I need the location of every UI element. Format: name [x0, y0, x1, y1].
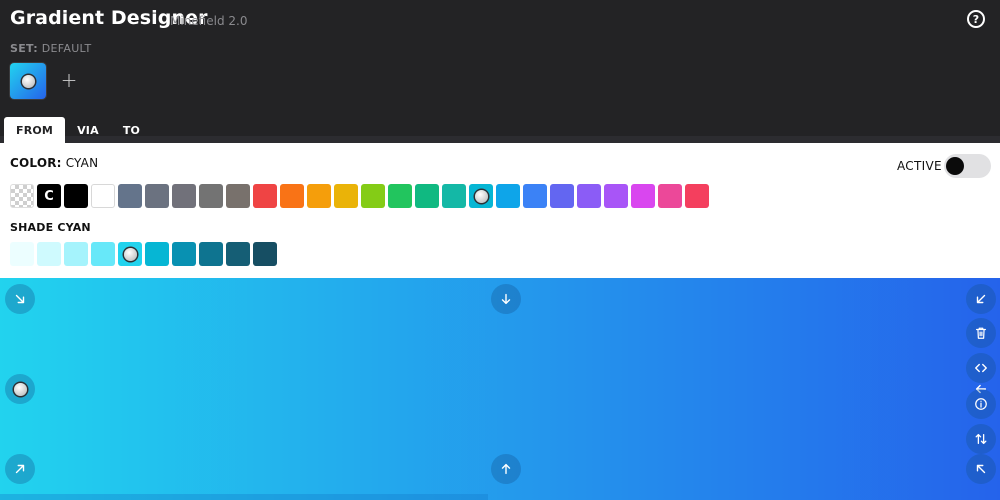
- shade-label: SHADE CYAN: [10, 221, 91, 234]
- preview-scrollbar[interactable]: [0, 494, 488, 500]
- arrow-up-right-icon[interactable]: [5, 454, 35, 484]
- color-swatch-yellow[interactable]: [334, 184, 358, 208]
- set-name: DEFAULT: [41, 42, 92, 55]
- color-swatch-indigo[interactable]: [550, 184, 574, 208]
- color-swatch-violet[interactable]: [577, 184, 601, 208]
- color-swatch-zinc[interactable]: [172, 184, 196, 208]
- gradient-set-thumbnail[interactable]: [10, 63, 46, 99]
- arrow-up-left-icon[interactable]: [966, 454, 996, 484]
- color-swatch-fuchsia[interactable]: [631, 184, 655, 208]
- color-swatch-cyan[interactable]: [469, 184, 493, 208]
- app-version: Minefield 2.0: [170, 14, 248, 28]
- shade-swatch-600[interactable]: [172, 242, 196, 266]
- color-swatch-sky[interactable]: [496, 184, 520, 208]
- arrow-down-left-icon[interactable]: [966, 284, 996, 314]
- gradient-preview: [0, 278, 1000, 500]
- info-icon[interactable]: [966, 389, 996, 419]
- arrow-down-icon[interactable]: [491, 284, 521, 314]
- color-swatch-green[interactable]: [388, 184, 412, 208]
- shade-swatch-800[interactable]: [226, 242, 250, 266]
- active-toggle[interactable]: [944, 154, 991, 178]
- shade-palette: [10, 242, 277, 266]
- color-swatch-lime[interactable]: [361, 184, 385, 208]
- color-swatch-purple[interactable]: [604, 184, 628, 208]
- color-panel: COLOR: CYAN ACTIVE C SHADE CYAN: [0, 143, 1000, 278]
- color-swatch-pink[interactable]: [658, 184, 682, 208]
- arrow-up-icon[interactable]: [491, 454, 521, 484]
- color-swatch-rose[interactable]: [685, 184, 709, 208]
- shade-swatch-900[interactable]: [253, 242, 277, 266]
- color-swatch-slate[interactable]: [118, 184, 142, 208]
- color-label-prefix: COLOR:: [10, 156, 62, 170]
- trash-icon[interactable]: [966, 318, 996, 348]
- color-name: CYAN: [65, 156, 99, 170]
- swap-vertical-icon[interactable]: [966, 424, 996, 454]
- tab-from[interactable]: FROM: [4, 117, 66, 143]
- shade-swatch-400[interactable]: [118, 242, 142, 266]
- set-label-prefix: SET:: [10, 42, 38, 55]
- color-swatch-teal[interactable]: [442, 184, 466, 208]
- active-label: ACTIVE: [897, 159, 942, 173]
- color-swatch-neutral[interactable]: [199, 184, 223, 208]
- tab-to[interactable]: TO: [111, 117, 152, 143]
- color-swatch-stone[interactable]: [226, 184, 250, 208]
- center-dot-icon: [13, 382, 27, 396]
- shade-swatch-300[interactable]: [91, 242, 115, 266]
- stop-tabs: FROM VIA TO: [0, 117, 152, 143]
- shade-swatch-500[interactable]: [145, 242, 169, 266]
- color-swatch-orange[interactable]: [280, 184, 304, 208]
- add-gradient-button[interactable]: +: [59, 68, 79, 92]
- app-header: Gradient Designer Minefield 2.0 ? SET: D…: [0, 0, 1000, 143]
- current-color-glyph: C: [44, 188, 54, 204]
- color-swatch-white[interactable]: [91, 184, 115, 208]
- color-swatch-blue[interactable]: [523, 184, 547, 208]
- selected-indicator-icon: [123, 247, 137, 261]
- color-swatch-red[interactable]: [253, 184, 277, 208]
- color-swatch-emerald[interactable]: [415, 184, 439, 208]
- color-swatch-transparent[interactable]: [10, 184, 34, 208]
- color-swatch-current[interactable]: C: [37, 184, 61, 208]
- direction-center-button[interactable]: [5, 374, 35, 404]
- color-swatch-gray[interactable]: [145, 184, 169, 208]
- selected-indicator-icon: [474, 189, 488, 203]
- color-swatch-amber[interactable]: [307, 184, 331, 208]
- set-label: SET: DEFAULT: [10, 42, 91, 55]
- shade-swatch-700[interactable]: [199, 242, 223, 266]
- toggle-knob: [946, 157, 964, 175]
- color-palette: C: [10, 184, 709, 208]
- shade-swatch-100[interactable]: [37, 242, 61, 266]
- color-label: COLOR: CYAN: [10, 156, 98, 170]
- color-swatch-black[interactable]: [64, 184, 88, 208]
- shade-swatch-200[interactable]: [64, 242, 88, 266]
- shade-swatch-50[interactable]: [10, 242, 34, 266]
- tab-via[interactable]: VIA: [65, 117, 111, 143]
- help-icon[interactable]: ?: [967, 10, 985, 28]
- arrow-down-right-icon[interactable]: [5, 284, 35, 314]
- selected-indicator-icon: [21, 74, 35, 88]
